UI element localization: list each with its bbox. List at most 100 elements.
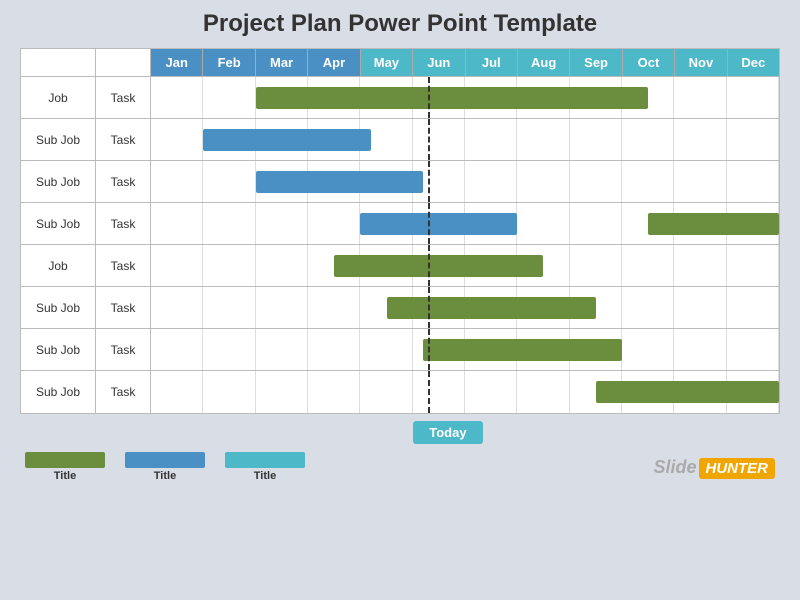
grid-cell bbox=[413, 371, 465, 413]
months-area bbox=[151, 119, 779, 160]
month-header-apr: Apr bbox=[308, 49, 360, 76]
months-area bbox=[151, 245, 779, 286]
grid-cell bbox=[203, 203, 255, 244]
grid-cell bbox=[674, 77, 726, 118]
grid-cell bbox=[151, 203, 203, 244]
table-row: Sub JobTask bbox=[21, 203, 779, 245]
row-label: Job bbox=[21, 77, 96, 118]
grid-cell bbox=[308, 287, 360, 328]
grid-cell bbox=[308, 329, 360, 370]
grid-cell bbox=[256, 245, 308, 286]
row-label: Job bbox=[21, 245, 96, 286]
row-task: Task bbox=[96, 203, 151, 244]
row-task: Task bbox=[96, 371, 151, 413]
legend-color-box bbox=[125, 452, 205, 468]
grid-cell bbox=[151, 371, 203, 413]
grid-cell bbox=[570, 161, 622, 202]
grid-cell bbox=[308, 203, 360, 244]
table-row: Sub JobTask bbox=[21, 329, 779, 371]
grid-cell bbox=[151, 329, 203, 370]
brand-hunter: HUNTER bbox=[699, 458, 776, 479]
brand-slide: Slide bbox=[653, 457, 696, 477]
gantt-bar bbox=[334, 255, 543, 277]
month-header-dec: Dec bbox=[728, 49, 779, 76]
grid-cell bbox=[203, 287, 255, 328]
data-rows: JobTaskSub JobTaskSub JobTaskSub JobTask… bbox=[21, 77, 779, 413]
today-line bbox=[428, 245, 430, 286]
grid-cell bbox=[151, 119, 203, 160]
today-line bbox=[428, 161, 430, 202]
gantt-bar bbox=[596, 381, 779, 403]
months-area bbox=[151, 329, 779, 370]
legend-item: Title bbox=[25, 452, 105, 482]
today-marker-row: Today bbox=[20, 414, 780, 444]
row-label: Sub Job bbox=[21, 329, 96, 370]
gantt-bar bbox=[203, 129, 370, 151]
grid-cell bbox=[674, 119, 726, 160]
month-header-mar: Mar bbox=[256, 49, 308, 76]
grid-cell bbox=[203, 161, 255, 202]
legend-area: Title Title Title SlideHUNTER bbox=[20, 452, 780, 482]
row-task: Task bbox=[96, 161, 151, 202]
grid-cell bbox=[517, 119, 569, 160]
month-header-feb: Feb bbox=[203, 49, 255, 76]
grid-cell bbox=[570, 203, 622, 244]
row-task: Task bbox=[96, 287, 151, 328]
grid-cell bbox=[622, 287, 674, 328]
month-header-row: JanFebMarAprMayJunJulAugSepOctNovDec bbox=[21, 49, 779, 77]
table-row: Sub JobTask bbox=[21, 371, 779, 413]
today-line bbox=[428, 203, 430, 244]
legend-color-box bbox=[225, 452, 305, 468]
row-label: Sub Job bbox=[21, 161, 96, 202]
legend-label: Title bbox=[254, 470, 276, 482]
grid-cell bbox=[517, 203, 569, 244]
grid-cell bbox=[308, 371, 360, 413]
month-header-jul: Jul bbox=[466, 49, 518, 76]
month-header-oct: Oct bbox=[623, 49, 675, 76]
gantt-bar bbox=[256, 87, 649, 109]
month-header-nov: Nov bbox=[675, 49, 727, 76]
row-label: Sub Job bbox=[21, 287, 96, 328]
grid-cell bbox=[203, 245, 255, 286]
months-area bbox=[151, 287, 779, 328]
brand: SlideHUNTER bbox=[653, 457, 775, 478]
grid-cell bbox=[727, 329, 779, 370]
grid-cell bbox=[203, 77, 255, 118]
grid-cell bbox=[727, 161, 779, 202]
grid-cell bbox=[360, 329, 412, 370]
grid-cell bbox=[465, 119, 517, 160]
grid-cell bbox=[517, 161, 569, 202]
grid-cell bbox=[151, 77, 203, 118]
today-line bbox=[428, 119, 430, 160]
grid-cell bbox=[203, 329, 255, 370]
grid-cell bbox=[256, 287, 308, 328]
today-line bbox=[428, 287, 430, 328]
months-area bbox=[151, 203, 779, 244]
label-col-header bbox=[21, 49, 96, 76]
grid-cell bbox=[727, 245, 779, 286]
grid-cell bbox=[360, 371, 412, 413]
gantt-bar bbox=[423, 339, 622, 361]
grid-cell bbox=[465, 161, 517, 202]
legend-label: Title bbox=[54, 470, 76, 482]
today-line bbox=[428, 329, 430, 370]
grid-cell bbox=[674, 161, 726, 202]
gantt-bar bbox=[387, 297, 596, 319]
table-row: JobTask bbox=[21, 77, 779, 119]
gantt-chart: JanFebMarAprMayJunJulAugSepOctNovDec Job… bbox=[20, 48, 780, 414]
grid-cell bbox=[465, 371, 517, 413]
month-header-aug: Aug bbox=[518, 49, 570, 76]
grid-cell bbox=[570, 245, 622, 286]
gantt-bar bbox=[256, 171, 423, 193]
grid-cell bbox=[622, 161, 674, 202]
grid-cell bbox=[727, 119, 779, 160]
today-line bbox=[428, 371, 430, 413]
month-header-jun: Jun bbox=[413, 49, 465, 76]
grid-cell bbox=[151, 161, 203, 202]
months-area bbox=[151, 371, 779, 413]
months-area bbox=[151, 161, 779, 202]
gantt-bar bbox=[360, 213, 517, 235]
grid-cell bbox=[256, 329, 308, 370]
today-button[interactable]: Today bbox=[413, 421, 482, 444]
legend-item: Title bbox=[125, 452, 205, 482]
